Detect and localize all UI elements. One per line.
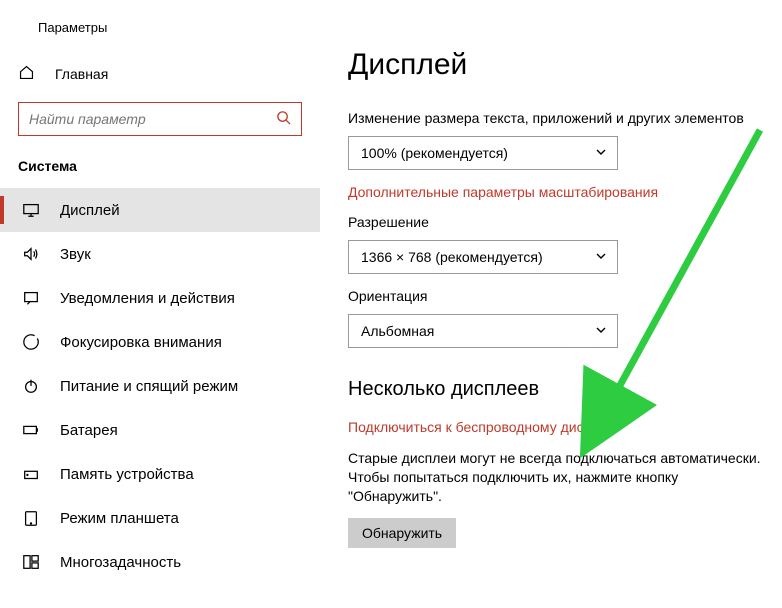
sidebar-item-label: Многозадачность: [60, 554, 181, 571]
home-icon: [18, 64, 35, 84]
orientation-label: Ориентация: [348, 288, 782, 304]
focus-icon: [22, 333, 40, 351]
resolution-dropdown[interactable]: 1366 × 768 (рекомендуется): [348, 240, 618, 274]
sidebar-item-battery[interactable]: Батарея: [0, 408, 320, 452]
multitask-icon: [22, 553, 40, 571]
notifications-icon: [22, 289, 40, 307]
wireless-display-link[interactable]: Подключиться к беспроводному дисплею: [348, 419, 782, 435]
display-icon: [22, 201, 40, 219]
sound-icon: [22, 245, 40, 263]
nav-list: Дисплей Звук Уведомления и действия Фоку…: [0, 188, 320, 584]
resolution-value: 1366 × 768 (рекомендуется): [361, 249, 543, 265]
sidebar-section-title: Система: [0, 158, 320, 174]
scale-dropdown[interactable]: 100% (рекомендуется): [348, 136, 618, 170]
main-content: Дисплей Изменение размера текста, прилож…: [320, 0, 782, 608]
scale-advanced-link[interactable]: Дополнительные параметры масштабирования: [348, 184, 782, 200]
storage-icon: [22, 465, 40, 483]
sidebar-item-notifications[interactable]: Уведомления и действия: [0, 276, 320, 320]
search-icon: [276, 110, 291, 128]
tablet-icon: [22, 509, 40, 527]
sidebar-item-storage[interactable]: Память устройства: [0, 452, 320, 496]
home-nav[interactable]: Главная: [18, 64, 302, 84]
multi-display-heading: Несколько дисплеев: [348, 378, 782, 401]
sidebar-item-label: Режим планшета: [60, 510, 179, 527]
sidebar-item-display[interactable]: Дисплей: [0, 188, 320, 232]
app-title: Параметры: [38, 20, 107, 35]
scale-value: 100% (рекомендуется): [361, 145, 508, 161]
detect-button[interactable]: Обнаружить: [348, 518, 456, 548]
resolution-label: Разрешение: [348, 214, 782, 230]
sidebar-item-label: Питание и спящий режим: [60, 378, 238, 395]
sidebar-item-power[interactable]: Питание и спящий режим: [0, 364, 320, 408]
sidebar-item-label: Фокусировка внимания: [60, 334, 222, 351]
sidebar-item-focus[interactable]: Фокусировка внимания: [0, 320, 320, 364]
chevron-down-icon: [595, 323, 607, 339]
sidebar-item-label: Батарея: [60, 422, 118, 439]
sidebar-item-multitask[interactable]: Многозадачность: [0, 540, 320, 584]
chevron-down-icon: [595, 249, 607, 265]
sidebar-item-tablet[interactable]: Режим планшета: [0, 496, 320, 540]
detect-description: Старые дисплеи могут не всегда подключат…: [348, 449, 768, 506]
orientation-value: Альбомная: [361, 323, 434, 339]
page-title: Дисплей: [348, 48, 782, 82]
search-field[interactable]: [29, 111, 276, 127]
sidebar-item-label: Память устройства: [60, 466, 194, 483]
scale-label: Изменение размера текста, приложений и д…: [348, 110, 782, 126]
sidebar: Параметры Главная Система Диспле: [0, 0, 320, 608]
search-input[interactable]: [18, 102, 302, 136]
sidebar-item-label: Звук: [60, 246, 91, 263]
chevron-down-icon: [595, 145, 607, 161]
sidebar-item-label: Дисплей: [60, 202, 120, 219]
home-label: Главная: [55, 66, 108, 82]
orientation-dropdown[interactable]: Альбомная: [348, 314, 618, 348]
power-icon: [22, 377, 40, 395]
sidebar-item-sound[interactable]: Звук: [0, 232, 320, 276]
sidebar-item-label: Уведомления и действия: [60, 290, 235, 307]
battery-icon: [22, 421, 40, 439]
